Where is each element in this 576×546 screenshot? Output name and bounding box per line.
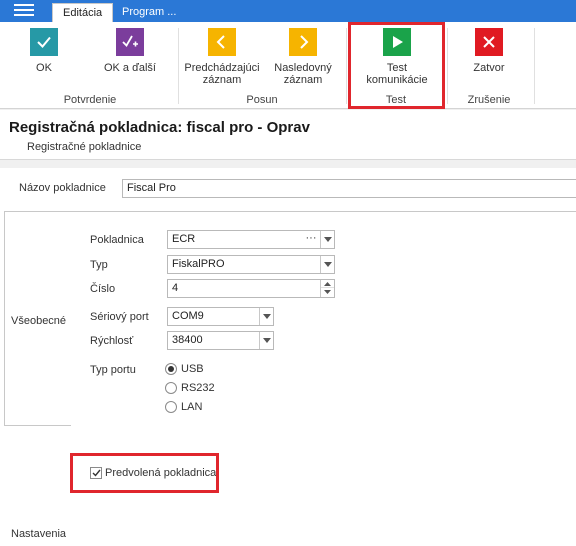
radio-empty-icon bbox=[165, 401, 177, 413]
divider bbox=[447, 28, 448, 104]
tab-editacia[interactable]: Editácia bbox=[52, 3, 114, 22]
panel-border bbox=[71, 211, 576, 212]
serial-port-label: Sériový port bbox=[90, 311, 149, 323]
chevron-down-icon[interactable] bbox=[259, 332, 273, 349]
checkmark-icon bbox=[30, 28, 58, 56]
number-label: Číslo bbox=[90, 283, 116, 295]
group-label-cancel: Zrušenie bbox=[467, 94, 511, 106]
previous-label-1: Predchádzajúci bbox=[184, 62, 260, 74]
group-label-confirm: Potvrdenie bbox=[63, 94, 117, 106]
radio-selected-icon bbox=[165, 363, 177, 375]
ribbon: OK OK a ďalší Predchádzajúci záznam Nasl… bbox=[0, 22, 576, 109]
chevron-down-icon[interactable] bbox=[320, 256, 334, 273]
radio-empty-icon bbox=[165, 382, 177, 394]
number-value: 4 bbox=[172, 282, 179, 294]
port-type-label: Typ portu bbox=[90, 364, 136, 376]
type-select[interactable]: FiskalPRO bbox=[167, 255, 335, 274]
register-label: Pokladnica bbox=[90, 234, 144, 246]
ok-next-label: OK a ďalší bbox=[103, 62, 156, 74]
header: Registračná pokladnica: fiscal pro - Opr… bbox=[0, 110, 576, 160]
serial-port-select[interactable]: COM9 bbox=[167, 307, 274, 326]
highlight-box-test bbox=[348, 22, 445, 109]
check-plus-icon bbox=[116, 28, 144, 56]
close-icon bbox=[475, 28, 503, 56]
divider bbox=[534, 28, 535, 104]
radio-rs232-label: RS232 bbox=[181, 382, 215, 394]
ok-next-button[interactable]: OK a ďalší bbox=[98, 28, 162, 74]
ok-label: OK bbox=[36, 62, 52, 74]
register-select[interactable]: ECR ··· bbox=[167, 230, 335, 249]
tab-program[interactable]: Program ... bbox=[112, 3, 186, 22]
chevron-down-icon[interactable] bbox=[259, 308, 273, 325]
next-label-2: záznam bbox=[283, 74, 323, 86]
highlight-box-default bbox=[70, 453, 219, 493]
spin-buttons[interactable] bbox=[320, 280, 334, 297]
menu-icon[interactable] bbox=[6, 3, 42, 19]
ribbon-tab-bar: Editácia Program ... bbox=[0, 0, 576, 22]
divider bbox=[346, 28, 347, 104]
type-value: FiskalPRO bbox=[172, 258, 225, 270]
speed-value: 38400 bbox=[172, 334, 203, 346]
close-button[interactable]: Zatvor bbox=[466, 28, 512, 74]
divider bbox=[178, 28, 179, 104]
spin-down-icon[interactable] bbox=[321, 288, 334, 296]
next-record-button[interactable]: Nasledovný záznam bbox=[270, 28, 336, 86]
register-value: ECR bbox=[172, 233, 196, 245]
speed-label: Rýchlosť bbox=[90, 335, 134, 347]
radio-rs232[interactable]: RS232 bbox=[165, 382, 215, 394]
breadcrumb: Registračné pokladnice bbox=[27, 141, 142, 153]
type-label: Typ bbox=[90, 259, 108, 271]
ok-button[interactable]: OK bbox=[22, 28, 66, 74]
chevron-right-icon bbox=[289, 28, 317, 56]
number-stepper[interactable]: 4 bbox=[167, 279, 335, 298]
chevron-down-icon[interactable] bbox=[320, 231, 334, 248]
previous-record-button[interactable]: Predchádzajúci záznam bbox=[182, 28, 262, 86]
chevron-left-icon bbox=[208, 28, 236, 56]
radio-usb[interactable]: USB bbox=[165, 363, 204, 375]
radio-usb-label: USB bbox=[181, 363, 204, 375]
radio-lan-label: LAN bbox=[181, 401, 203, 413]
page-title: Registračná pokladnica: fiscal pro - Opr… bbox=[9, 119, 310, 136]
register-name-input[interactable]: Fiscal Pro bbox=[122, 179, 576, 198]
serial-port-value: COM9 bbox=[172, 310, 204, 322]
tab-vseobecne-label: Všeobecné bbox=[11, 315, 67, 327]
previous-label-2: záznam bbox=[202, 74, 242, 86]
close-label: Zatvor bbox=[473, 62, 505, 74]
speed-select[interactable]: 38400 bbox=[167, 331, 274, 350]
next-label-1: Nasledovný bbox=[274, 62, 332, 74]
tab-nastavenia-label[interactable]: Nastavenia bbox=[11, 528, 66, 540]
ellipsis-icon[interactable]: ··· bbox=[302, 231, 320, 248]
spin-up-icon[interactable] bbox=[321, 280, 334, 288]
group-label-move: Posun bbox=[246, 94, 278, 106]
radio-lan[interactable]: LAN bbox=[165, 401, 202, 413]
register-name-label: Názov pokladnice bbox=[19, 182, 106, 194]
